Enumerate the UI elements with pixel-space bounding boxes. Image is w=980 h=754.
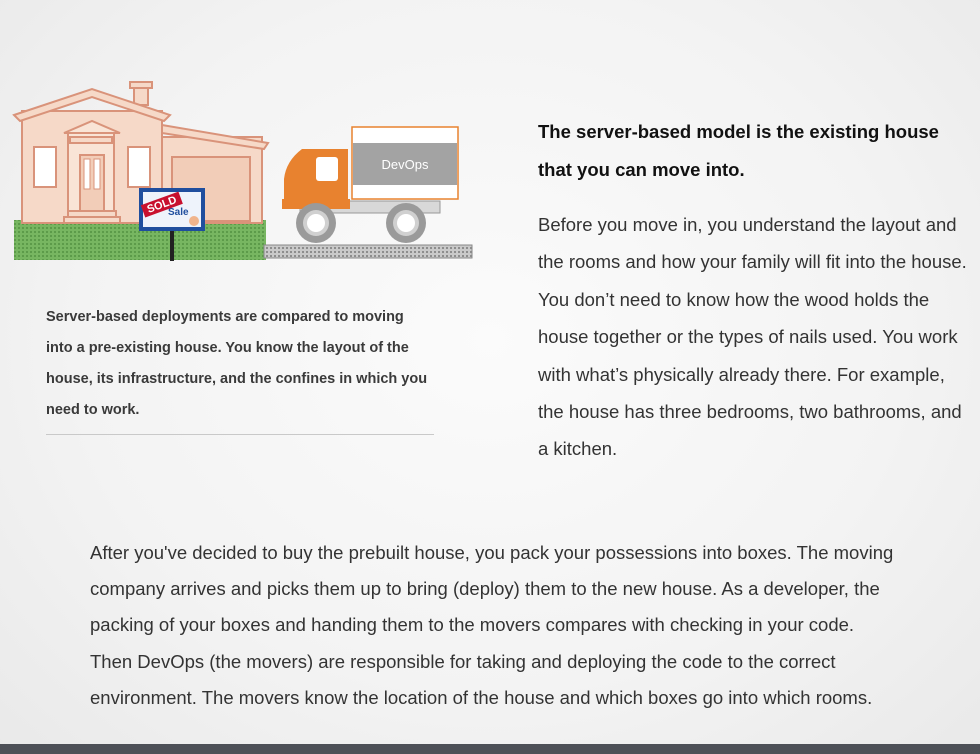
section-body-paragraph: Before you move in, you understand the l… bbox=[538, 214, 967, 460]
road bbox=[263, 244, 473, 259]
bottom-bar bbox=[0, 744, 980, 754]
truck-devops-label: DevOps bbox=[382, 157, 429, 172]
house-and-moving-truck-illustration: Sale SOLD DevOps bbox=[12, 81, 473, 261]
slide-page: Sale SOLD DevOps Server-based deployment… bbox=[0, 0, 980, 754]
bottom-paragraph: After you've decided to buy the prebuilt… bbox=[90, 542, 894, 708]
section-heading: The server-based model is the existing h… bbox=[538, 121, 939, 180]
sign-sale-text: Sale bbox=[168, 207, 189, 218]
illustration-caption: Server-based deployments are compared to… bbox=[46, 309, 428, 418]
caption-divider bbox=[46, 434, 434, 435]
moving-truck: DevOps bbox=[282, 126, 459, 243]
